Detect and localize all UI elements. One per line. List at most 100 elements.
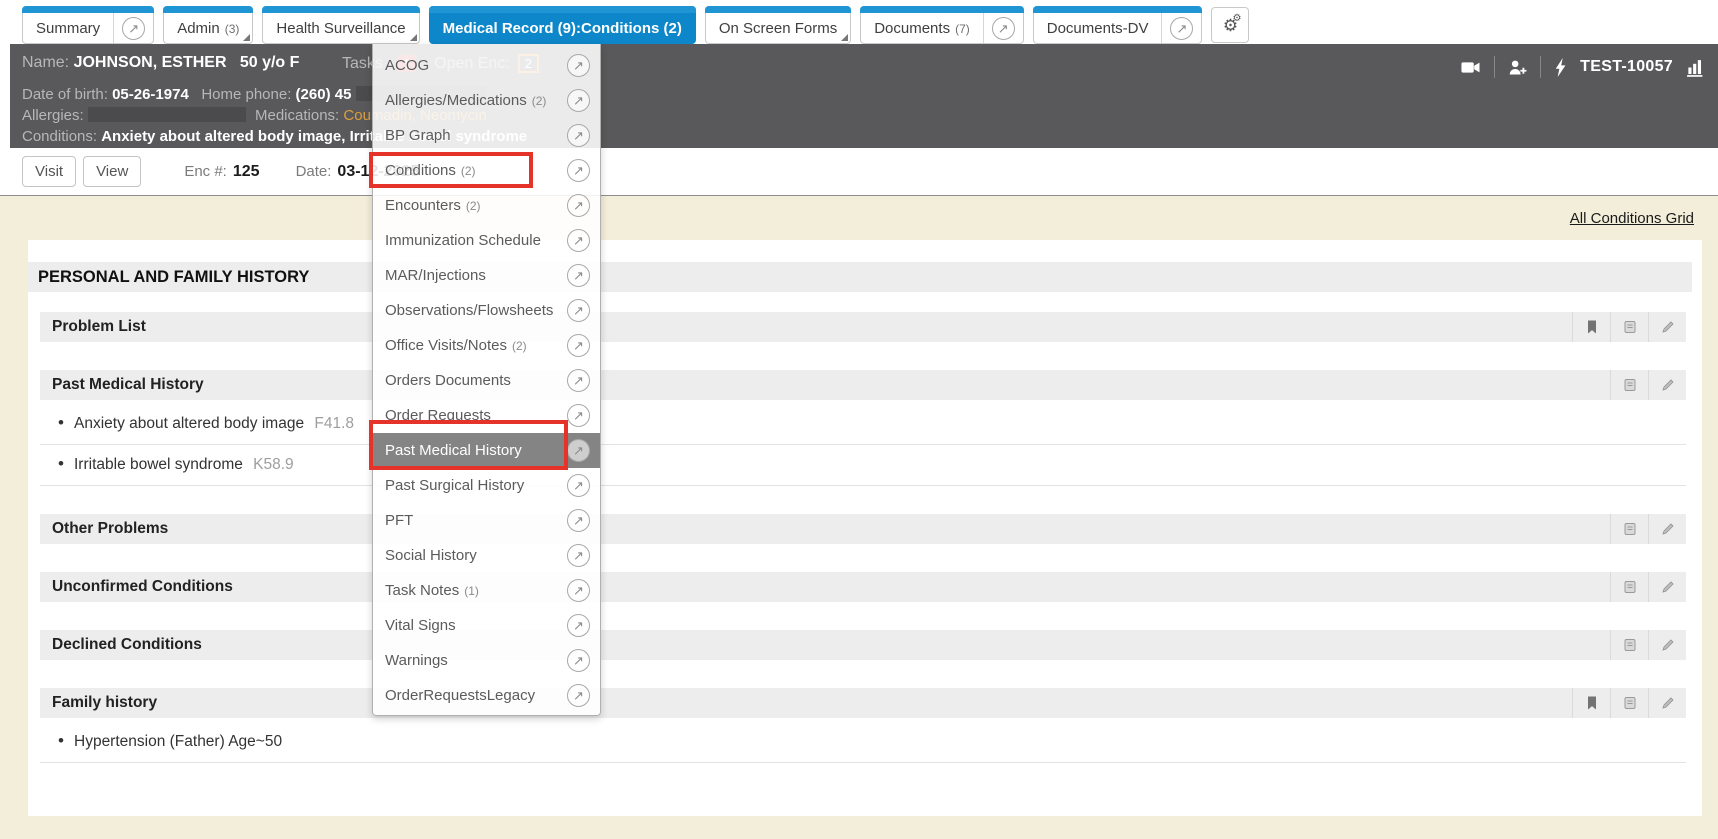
tab-admin[interactable]: Admin (3): [163, 6, 253, 44]
open-in-new-icon[interactable]: ↗: [567, 509, 590, 532]
video-call-button[interactable]: [1461, 59, 1481, 76]
open-in-new-icon[interactable]: ↗: [567, 194, 590, 217]
menu-item[interactable]: Office Visits/Notes (2) ↗: [373, 328, 600, 363]
section-past-medical-history: Past Medical History: [40, 370, 1686, 400]
menu-item[interactable]: Vital Signs ↗: [373, 608, 600, 643]
dob-value: 05-26-1974: [112, 86, 189, 103]
tab-documents-dv[interactable]: Documents-DV ↗: [1033, 6, 1203, 44]
menu-item[interactable]: OrderRequestsLegacy ↗: [373, 678, 600, 713]
edit-button[interactable]: [1648, 630, 1686, 660]
family-history-items: Hypertension (Father) Age~50: [40, 722, 1686, 763]
menu-item[interactable]: PFT ↗: [373, 503, 600, 538]
menu-item[interactable]: BP Graph ↗: [373, 118, 600, 153]
edit-button[interactable]: [1648, 514, 1686, 544]
settings-button[interactable]: ⚙ ⚙: [1211, 7, 1249, 43]
visit-button[interactable]: Visit: [22, 156, 76, 187]
tab-label: Documents-DV: [1047, 20, 1149, 37]
section-actions: [1610, 572, 1686, 602]
edit-button[interactable]: [1648, 688, 1686, 718]
open-in-new-icon[interactable]: ↗: [567, 369, 590, 392]
allergies-label: Allergies:: [22, 107, 84, 124]
edit-button[interactable]: [1648, 312, 1686, 342]
add-person-button[interactable]: [1508, 59, 1527, 76]
open-in-new-icon[interactable]: ↗: [567, 89, 590, 112]
tab-label: On Screen Forms: [719, 20, 837, 37]
notebook-icon: [1622, 637, 1638, 653]
view-button[interactable]: View: [83, 156, 141, 187]
notes-button[interactable]: [1610, 370, 1648, 400]
menu-item[interactable]: Allergies/Medications (2) ↗: [373, 83, 600, 118]
menu-item[interactable]: Past Medical History ↗: [373, 433, 600, 468]
open-in-new-icon[interactable]: ↗: [567, 264, 590, 287]
tab-summary[interactable]: Summary ↗: [22, 6, 154, 44]
quick-action-button[interactable]: [1554, 58, 1567, 77]
menu-item[interactable]: Encounters (2) ↗: [373, 188, 600, 223]
open-in-new-icon[interactable]: ↗: [567, 649, 590, 672]
condition-item: Hypertension (Father) Age~50: [40, 722, 1686, 763]
menu-item-label: Vital Signs: [385, 617, 456, 634]
gear-small-icon: ⚙: [1232, 14, 1241, 24]
tab-count: (7): [955, 22, 970, 36]
open-in-new-icon[interactable]: ↗: [567, 334, 590, 357]
open-in-new-icon[interactable]: ↗: [567, 124, 590, 147]
tab-documents[interactable]: Documents (7) ↗: [860, 6, 1024, 44]
open-in-new-icon[interactable]: ↗: [567, 229, 590, 252]
tab-on-screen-forms[interactable]: On Screen Forms: [705, 6, 851, 44]
menu-item[interactable]: Order Requests ↗: [373, 398, 600, 433]
open-in-new-icon[interactable]: ↗: [567, 614, 590, 637]
patient-banner: Name: JOHNSON, ESTHER 50 y/o F Tasks1Ope…: [10, 44, 1718, 148]
notes-button[interactable]: [1610, 630, 1648, 660]
bookmark-button[interactable]: [1572, 688, 1610, 718]
menu-item[interactable]: Past Surgical History ↗: [373, 468, 600, 503]
dropdown-fold-icon: [841, 34, 848, 41]
menu-item-label: Allergies/Medications: [385, 92, 527, 109]
tab-health-surveillance[interactable]: Health Surveillance: [262, 6, 419, 44]
menu-item-label: BP Graph: [385, 127, 451, 144]
section-label: Declined Conditions: [52, 636, 202, 654]
menu-item[interactable]: Social History ↗: [373, 538, 600, 573]
open-in-new-icon[interactable]: ↗: [567, 159, 590, 182]
section-label: Past Medical History: [52, 376, 204, 394]
open-in-new-icon[interactable]: ↗: [567, 684, 590, 707]
menu-item-label: OrderRequestsLegacy: [385, 687, 535, 704]
notes-button[interactable]: [1610, 312, 1648, 342]
separator: [1494, 56, 1495, 78]
menu-item-label: Social History: [385, 547, 477, 564]
chart-report-button[interactable]: [1686, 58, 1704, 77]
pencil-icon: [1660, 319, 1676, 335]
menu-item[interactable]: Warnings ↗: [373, 643, 600, 678]
enc-number-value: 125: [233, 163, 260, 181]
notes-button[interactable]: [1610, 688, 1648, 718]
bookmark-button[interactable]: [1572, 312, 1610, 342]
edit-button[interactable]: [1648, 572, 1686, 602]
open-in-new-icon[interactable]: ↗: [567, 299, 590, 322]
open-in-new-icon: ↗: [992, 17, 1015, 40]
panel-header: PERSONAL AND FAMILY HISTORY: [28, 262, 1692, 292]
open-in-new-icon[interactable]: ↗: [567, 439, 590, 462]
open-in-new-icon[interactable]: ↗: [567, 474, 590, 497]
section-declined-conditions: Declined Conditions: [40, 630, 1686, 660]
edit-button[interactable]: [1648, 370, 1686, 400]
open-in-new-icon[interactable]: ↗: [567, 579, 590, 602]
open-in-new-icon[interactable]: ↗: [567, 544, 590, 567]
notes-button[interactable]: [1610, 514, 1648, 544]
menu-item[interactable]: Orders Documents ↗: [373, 363, 600, 398]
menu-item[interactable]: Immunization Schedule ↗: [373, 223, 600, 258]
menu-item[interactable]: ACOG ↗: [373, 48, 600, 83]
all-conditions-grid-link[interactable]: All Conditions Grid: [1570, 210, 1694, 227]
menu-item[interactable]: Conditions (2) ↗: [373, 153, 600, 188]
condition-code: K58.9: [253, 456, 294, 473]
menu-item[interactable]: Task Notes (1) ↗: [373, 573, 600, 608]
tab-count: (3): [225, 22, 240, 36]
open-in-new-icon[interactable]: ↗: [567, 54, 590, 77]
enc-date-label: Date:: [296, 163, 332, 180]
menu-item[interactable]: Observations/Flowsheets ↗: [373, 293, 600, 328]
menu-item-count: (2): [461, 164, 476, 178]
notes-button[interactable]: [1610, 572, 1648, 602]
section-problem-list: Problem List: [40, 312, 1686, 342]
open-in-new-icon[interactable]: ↗: [567, 404, 590, 427]
menu-item[interactable]: MAR/Injections ↗: [373, 258, 600, 293]
tab-medical-record[interactable]: Medical Record (9):Conditions (2): [429, 6, 696, 44]
menu-item-label: Conditions: [385, 162, 456, 179]
menu-item-label: Encounters: [385, 197, 461, 214]
